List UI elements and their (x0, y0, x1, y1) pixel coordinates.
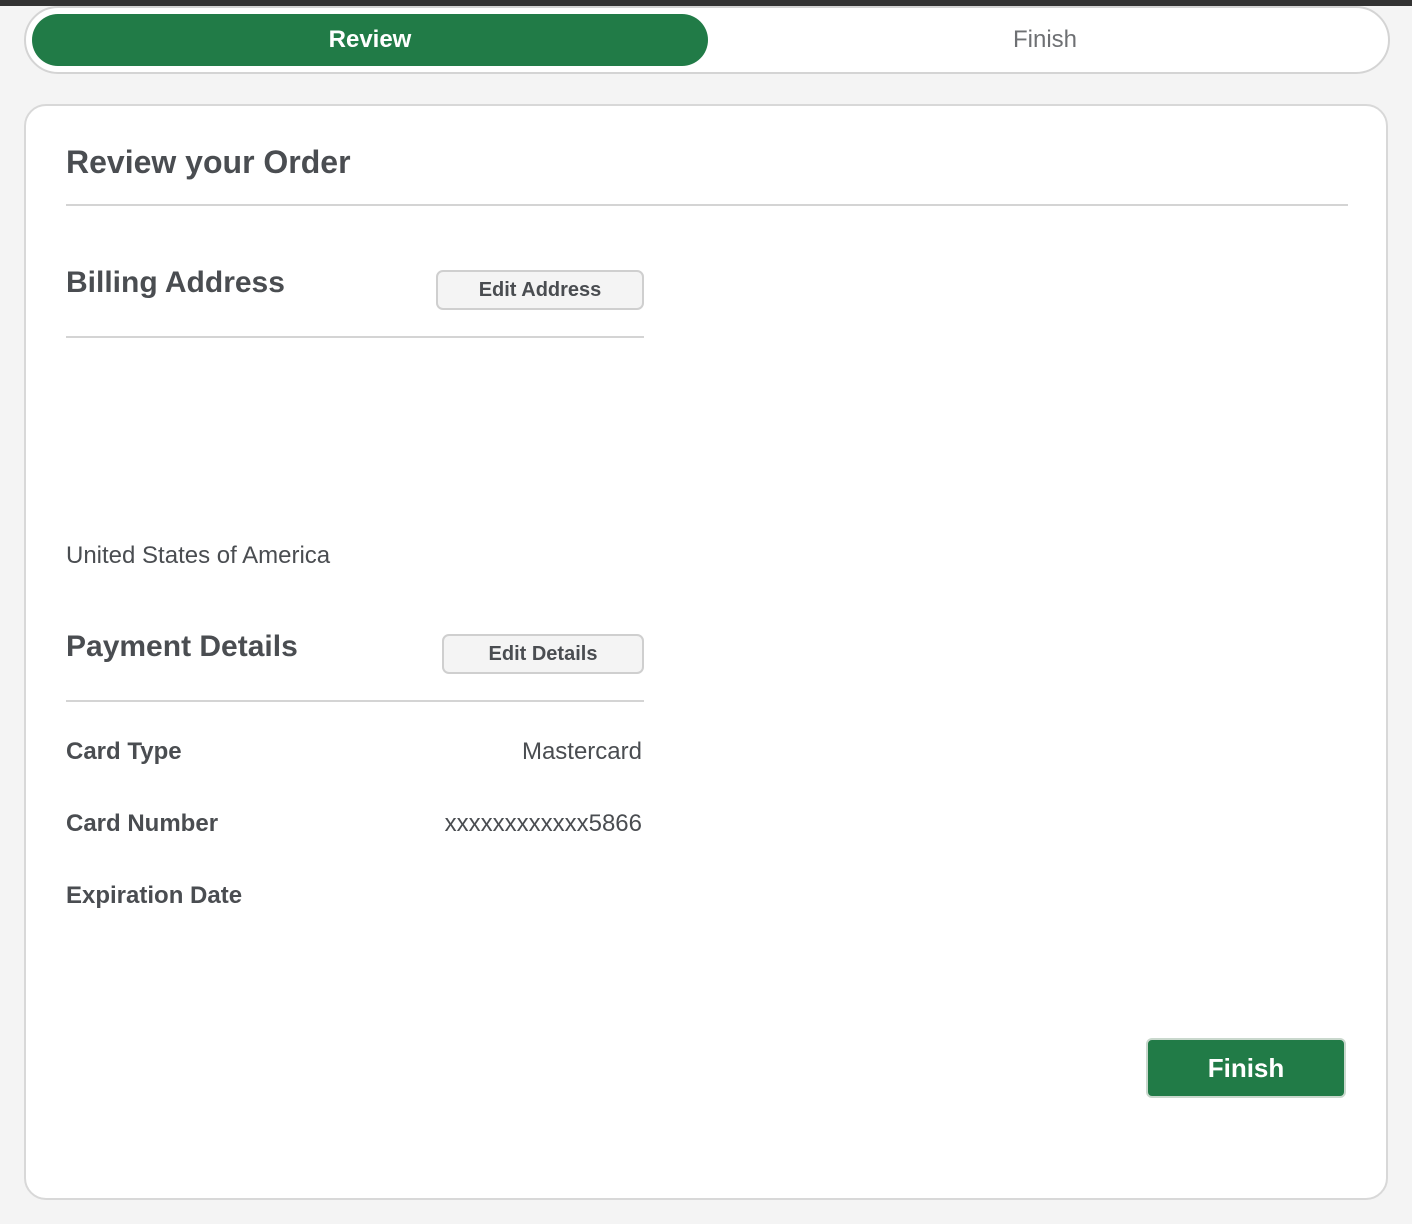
step-review[interactable]: Review (32, 14, 708, 66)
edit-address-button[interactable]: Edit Address (436, 270, 644, 310)
step-finish-label: Finish (1012, 26, 1078, 53)
payment-details-heading: Payment Details (66, 630, 298, 663)
finish-button[interactable]: Finish (1146, 1038, 1346, 1098)
payment-divider (66, 700, 644, 702)
review-order-card: Review your Order Billing Address Edit A… (24, 104, 1388, 1200)
card-type-value: Mastercard (521, 738, 642, 765)
billing-country: United States of America (66, 542, 331, 569)
card-number-label: Card Number (66, 810, 219, 837)
checkout-stepper: Review Finish (24, 6, 1390, 74)
edit-details-button[interactable]: Edit Details (442, 634, 644, 674)
billing-divider (66, 336, 644, 338)
billing-address-heading: Billing Address (66, 266, 285, 299)
step-review-label: Review (328, 26, 412, 53)
step-finish[interactable]: Finish (708, 14, 1382, 66)
card-type-label: Card Type (66, 738, 182, 765)
page-title: Review your Order (66, 144, 351, 180)
title-divider (66, 204, 1348, 206)
expiration-date-label: Expiration Date (66, 882, 243, 909)
card-number-value: xxxxxxxxxxxx5866 (444, 810, 642, 837)
